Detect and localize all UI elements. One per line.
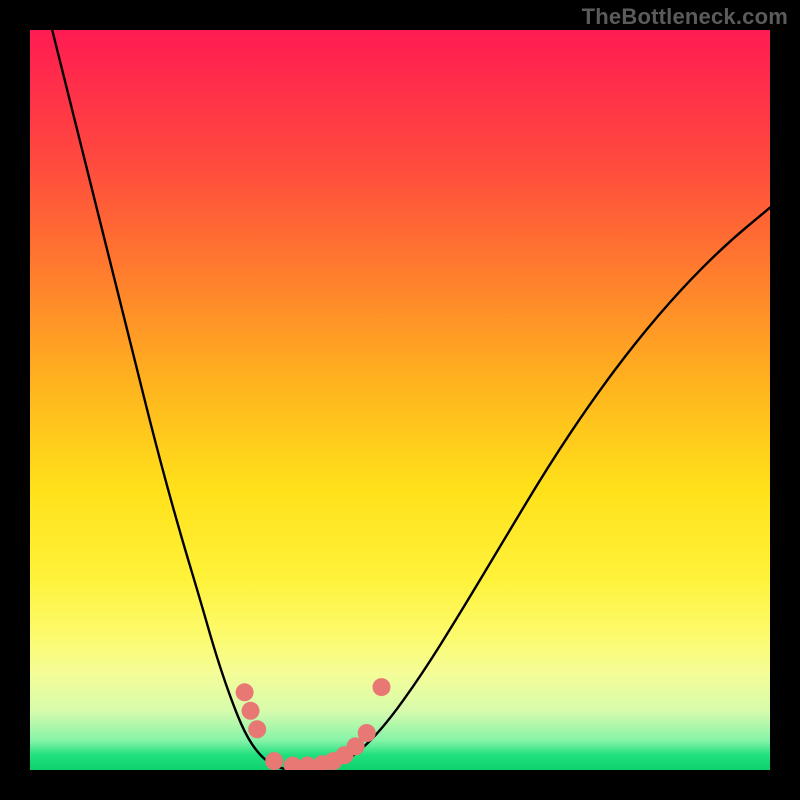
chart-gradient-background <box>30 30 770 770</box>
chart-frame: TheBottleneck.com <box>0 0 800 800</box>
watermark-text: TheBottleneck.com <box>582 4 788 30</box>
